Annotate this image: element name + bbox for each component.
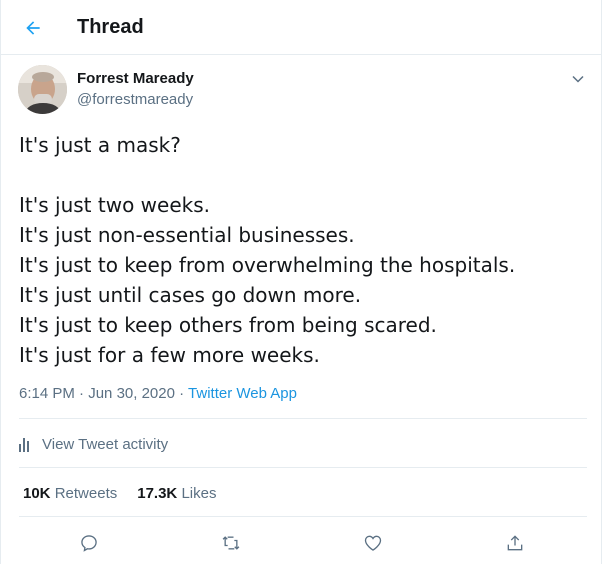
view-activity-label: View Tweet activity xyxy=(42,435,169,453)
tweet-line: It's just a mask? xyxy=(19,133,181,157)
like-button[interactable] xyxy=(361,531,385,555)
separator: · xyxy=(179,385,185,402)
divider xyxy=(19,418,587,419)
reply-button[interactable] xyxy=(77,531,101,555)
analytics-icon xyxy=(19,436,33,452)
view-activity-link[interactable]: View Tweet activity xyxy=(19,433,168,455)
retweets-label: Retweets xyxy=(54,485,118,502)
likes-label: Likes xyxy=(181,485,217,502)
retweet-icon xyxy=(222,536,240,550)
divider xyxy=(19,516,587,517)
divider xyxy=(19,467,587,468)
author-handle[interactable]: @forrestmaready xyxy=(77,91,193,108)
tweet-line: It's just to keep others from being scar… xyxy=(19,313,437,337)
author-name[interactable]: Forrest Maready xyxy=(77,70,194,87)
page-title: Thread xyxy=(77,16,144,38)
avatar[interactable] xyxy=(18,65,67,114)
profile-photo-icon xyxy=(18,65,67,114)
reply-icon xyxy=(81,535,97,552)
tweet-source-link[interactable]: Twitter Web App xyxy=(188,385,297,402)
action-bar xyxy=(1,520,602,564)
tweet-line: It's just for a few more weeks. xyxy=(19,343,320,367)
tweet-line: It's just two weeks. xyxy=(19,193,210,217)
retweet-button[interactable] xyxy=(219,531,243,555)
heart-icon xyxy=(364,535,382,551)
more-options-button[interactable] xyxy=(567,68,589,90)
tweet-line-break xyxy=(19,160,589,190)
tweet-time[interactable]: 6:14 PM xyxy=(19,385,75,402)
chevron-down-icon xyxy=(572,75,584,83)
tweet-thread-view: Thread Forrest Maready @forrestmaready I… xyxy=(0,0,602,564)
tweet-line: It's just until cases go down more. xyxy=(19,283,362,307)
tweet-metadata: 6:14 PM · Jun 30, 2020 · Twitter Web App xyxy=(19,385,297,402)
arrow-left-icon xyxy=(26,21,40,35)
share-button[interactable] xyxy=(503,531,527,555)
likes-stat[interactable]: 17.3K Likes xyxy=(137,485,216,502)
thread-header: Thread xyxy=(1,0,602,55)
tweet-stats: 10K Retweets 17.3K Likes xyxy=(23,485,216,502)
retweets-count: 10K xyxy=(23,485,51,502)
retweets-stat[interactable]: 10K Retweets xyxy=(23,485,117,502)
tweet-date[interactable]: Jun 30, 2020 xyxy=(88,385,175,402)
likes-count: 17.3K xyxy=(137,485,178,502)
tweet-line: It's just non-essential businesses. xyxy=(19,223,355,247)
tweet-line: It's just to keep from overwhelming the … xyxy=(19,253,516,277)
separator: · xyxy=(79,385,85,402)
back-button[interactable] xyxy=(19,14,47,42)
share-icon xyxy=(507,535,523,551)
tweet-text: It's just a mask? It's just two weeks. I… xyxy=(19,130,589,370)
